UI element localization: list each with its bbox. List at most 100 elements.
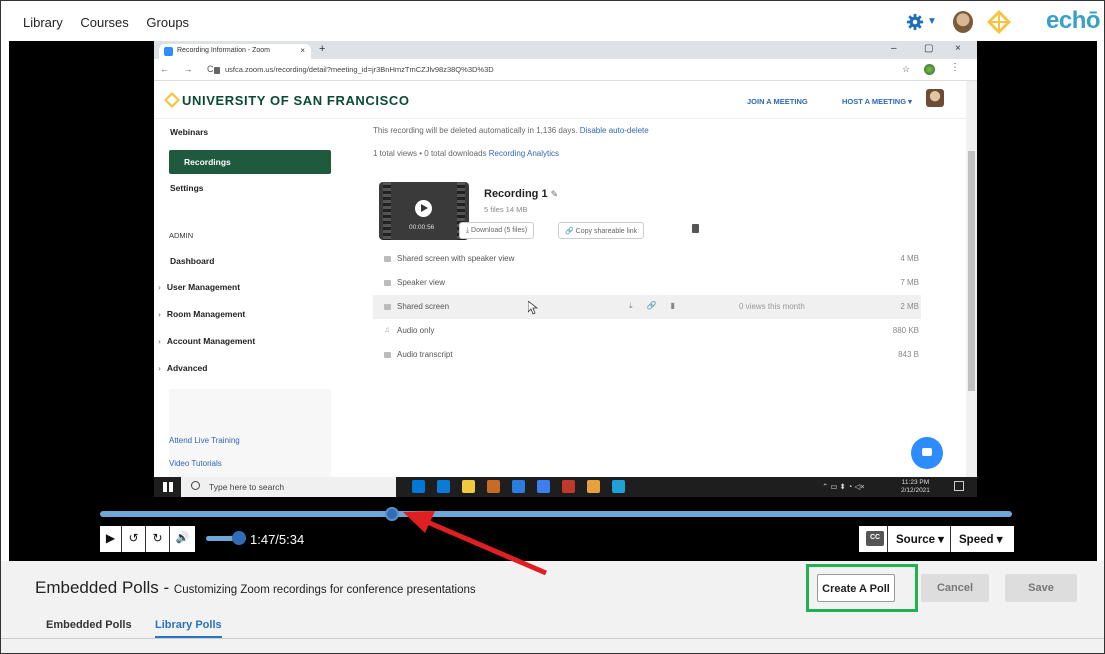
attend-live-training-link: Attend Live Training (169, 436, 240, 445)
chevron-right-icon: › (158, 282, 161, 292)
video-player[interactable]: Recording Information - Zoom × + – ▢ × ←… (9, 41, 1097, 497)
nav-groups[interactable]: Groups (146, 15, 189, 30)
delete-notice-text: This recording will be deleted automatic… (373, 126, 578, 135)
page-subtitle: Customizing Zoom recordings for conferen… (173, 584, 476, 596)
speed-select[interactable]: Speed ▾ (950, 526, 1014, 552)
taskbar-app-icon (462, 480, 475, 493)
cancel-button[interactable]: Cancel (921, 574, 989, 602)
address-bar: usfca.zoom.us/recording/detail?meeting_i… (214, 63, 894, 77)
host-meeting-link: HOST A MEETING ▾ (842, 97, 912, 106)
sidebar-item-dashboard: Dashboard (170, 256, 215, 266)
chat-bubble-icon (911, 437, 943, 469)
sidebar-item-settings: Settings (170, 183, 204, 193)
nav-library[interactable]: Library (23, 15, 63, 30)
view-stats: 1 total views • 0 total downloads Record… (373, 149, 559, 158)
chevron-right-icon: › (158, 309, 161, 319)
seek-bar[interactable] (100, 507, 1012, 521)
taskbar-app-icon (487, 480, 500, 493)
file-size: 880 KB (892, 326, 919, 335)
nav-courses[interactable]: Courses (80, 15, 128, 30)
video-file-icon (384, 256, 391, 262)
recording-meta: 5 files 14 MB (484, 205, 528, 214)
bookmark-star-icon: ☆ (902, 64, 911, 74)
file-size: 2 MB (900, 302, 919, 311)
top-nav: Library Courses Groups (23, 15, 203, 30)
file-size: 843 B (898, 350, 919, 359)
settings-chevron-down-icon[interactable]: ▼ (927, 16, 937, 27)
scrollbar-thumb (968, 151, 975, 391)
disable-auto-delete-link: Disable auto-delete (579, 126, 649, 135)
taskbar-app-icon (612, 480, 625, 493)
video-file-icon (384, 280, 391, 286)
file-row: Shared screen ⤓🔗▮ 0 views this month 2 M… (373, 295, 921, 319)
browser-tab: Recording Information - Zoom × (159, 44, 311, 59)
taskbar-clock: 11:23 PM 2/12/2021 (901, 479, 930, 495)
browser-menu-icon: ⋮ (950, 62, 960, 73)
seek-handle[interactable] (384, 507, 399, 521)
sidebar-item-label: Account Management (166, 336, 256, 346)
recording-title: Recording 1 ✎ (484, 188, 558, 200)
lock-icon (214, 66, 220, 74)
play-button[interactable]: ▶ (100, 526, 122, 552)
taskbar-app-icon (437, 480, 450, 493)
admin-heading: ADMIN (169, 231, 194, 240)
auto-delete-notice: This recording will be deleted automatic… (373, 126, 649, 135)
video-tutorials-link: Video Tutorials (169, 459, 222, 468)
page-title-text: Embedded Polls - (35, 578, 170, 597)
extension-icon (924, 64, 935, 75)
search-icon (191, 481, 200, 490)
browser-nav-icons: ← → C (160, 64, 220, 74)
file-row: ♫ Audio only 880 KB (373, 319, 921, 343)
clock-date: 2/12/2021 (901, 487, 930, 494)
embedded-polls-panel: Embedded Polls - Customizing Zoom record… (1, 561, 1104, 653)
file-row: Shared screen with speaker view 4 MB (373, 247, 921, 271)
file-row: Audio transcript 843 B (373, 343, 921, 367)
file-action-icons: ⤓🔗▮ (629, 301, 689, 310)
save-button[interactable]: Save (1005, 574, 1077, 602)
user-avatar[interactable] (953, 11, 973, 33)
file-name: Speaker view (397, 278, 446, 287)
video-frame-browser: Recording Information - Zoom × + – ▢ × ←… (154, 41, 977, 497)
recording-analytics-link: Recording Analytics (488, 149, 560, 158)
zoom-site-header: UNIVERSITY OF SAN FRANCISCO JOIN A MEETI… (154, 81, 966, 119)
forward-button[interactable]: ↻ (146, 526, 170, 552)
file-name: Audio transcript (397, 350, 453, 359)
close-window-icon: × (955, 43, 961, 54)
university-name: UNIVERSITY OF SAN FRANCISCO (182, 93, 410, 108)
maximize-icon: ▢ (924, 43, 934, 54)
taskbar-search: Type here to search (181, 477, 396, 497)
gear-icon[interactable] (906, 13, 924, 31)
browser-urlbar: ← → C usfca.zoom.us/recording/detail?mee… (154, 59, 977, 81)
close-tab-icon: × (300, 46, 305, 55)
sidebar-item-account-management: › Account Management (158, 336, 255, 346)
join-meeting-link: JOIN A MEETING (747, 97, 808, 106)
time-display: 1:47/5:34 (250, 532, 305, 547)
recording-duration: 00:00:56 (409, 224, 435, 231)
volume-icon[interactable]: 🔊 (170, 526, 195, 552)
sidebar-item-webinars: Webinars (170, 127, 209, 137)
minimize-icon: – (891, 43, 897, 54)
windows-start-icon (163, 482, 173, 492)
browser-tab-title: Recording Information - Zoom (177, 47, 270, 54)
usf-diamond-logo (164, 92, 180, 108)
tab-library-polls[interactable]: Library Polls (155, 619, 222, 638)
source-select[interactable]: Source ▾ (887, 526, 950, 552)
zoom-sidebar: Webinars Recordings Settings ADMIN Dashb… (154, 119, 339, 477)
highlight-box (806, 564, 918, 612)
volume-handle[interactable] (232, 531, 246, 545)
recording-detail: This recording will be deleted automatic… (349, 119, 961, 477)
rewind-button[interactable]: ↺ (122, 526, 146, 552)
trash-icon (692, 224, 699, 233)
tab-embedded-polls[interactable]: Embedded Polls (46, 619, 132, 631)
new-tab-icon: + (319, 43, 326, 55)
sidebar-item-room-management: › Room Management (158, 309, 245, 319)
closed-captions-button[interactable]: CC (866, 531, 884, 546)
sidebar-item-label: User Management (166, 282, 241, 292)
taskbar-app-icon (562, 480, 575, 493)
download-button: ⤓ Download (5 files) (459, 222, 535, 239)
file-name: Audio only (397, 326, 435, 335)
app-frame: Library Courses Groups ▼ echō Recording … (0, 0, 1105, 654)
chevron-right-icon: › (158, 363, 161, 373)
echo-topbar: Library Courses Groups ▼ echō (1, 1, 1104, 41)
clock-time: 11:23 PM (901, 479, 930, 486)
